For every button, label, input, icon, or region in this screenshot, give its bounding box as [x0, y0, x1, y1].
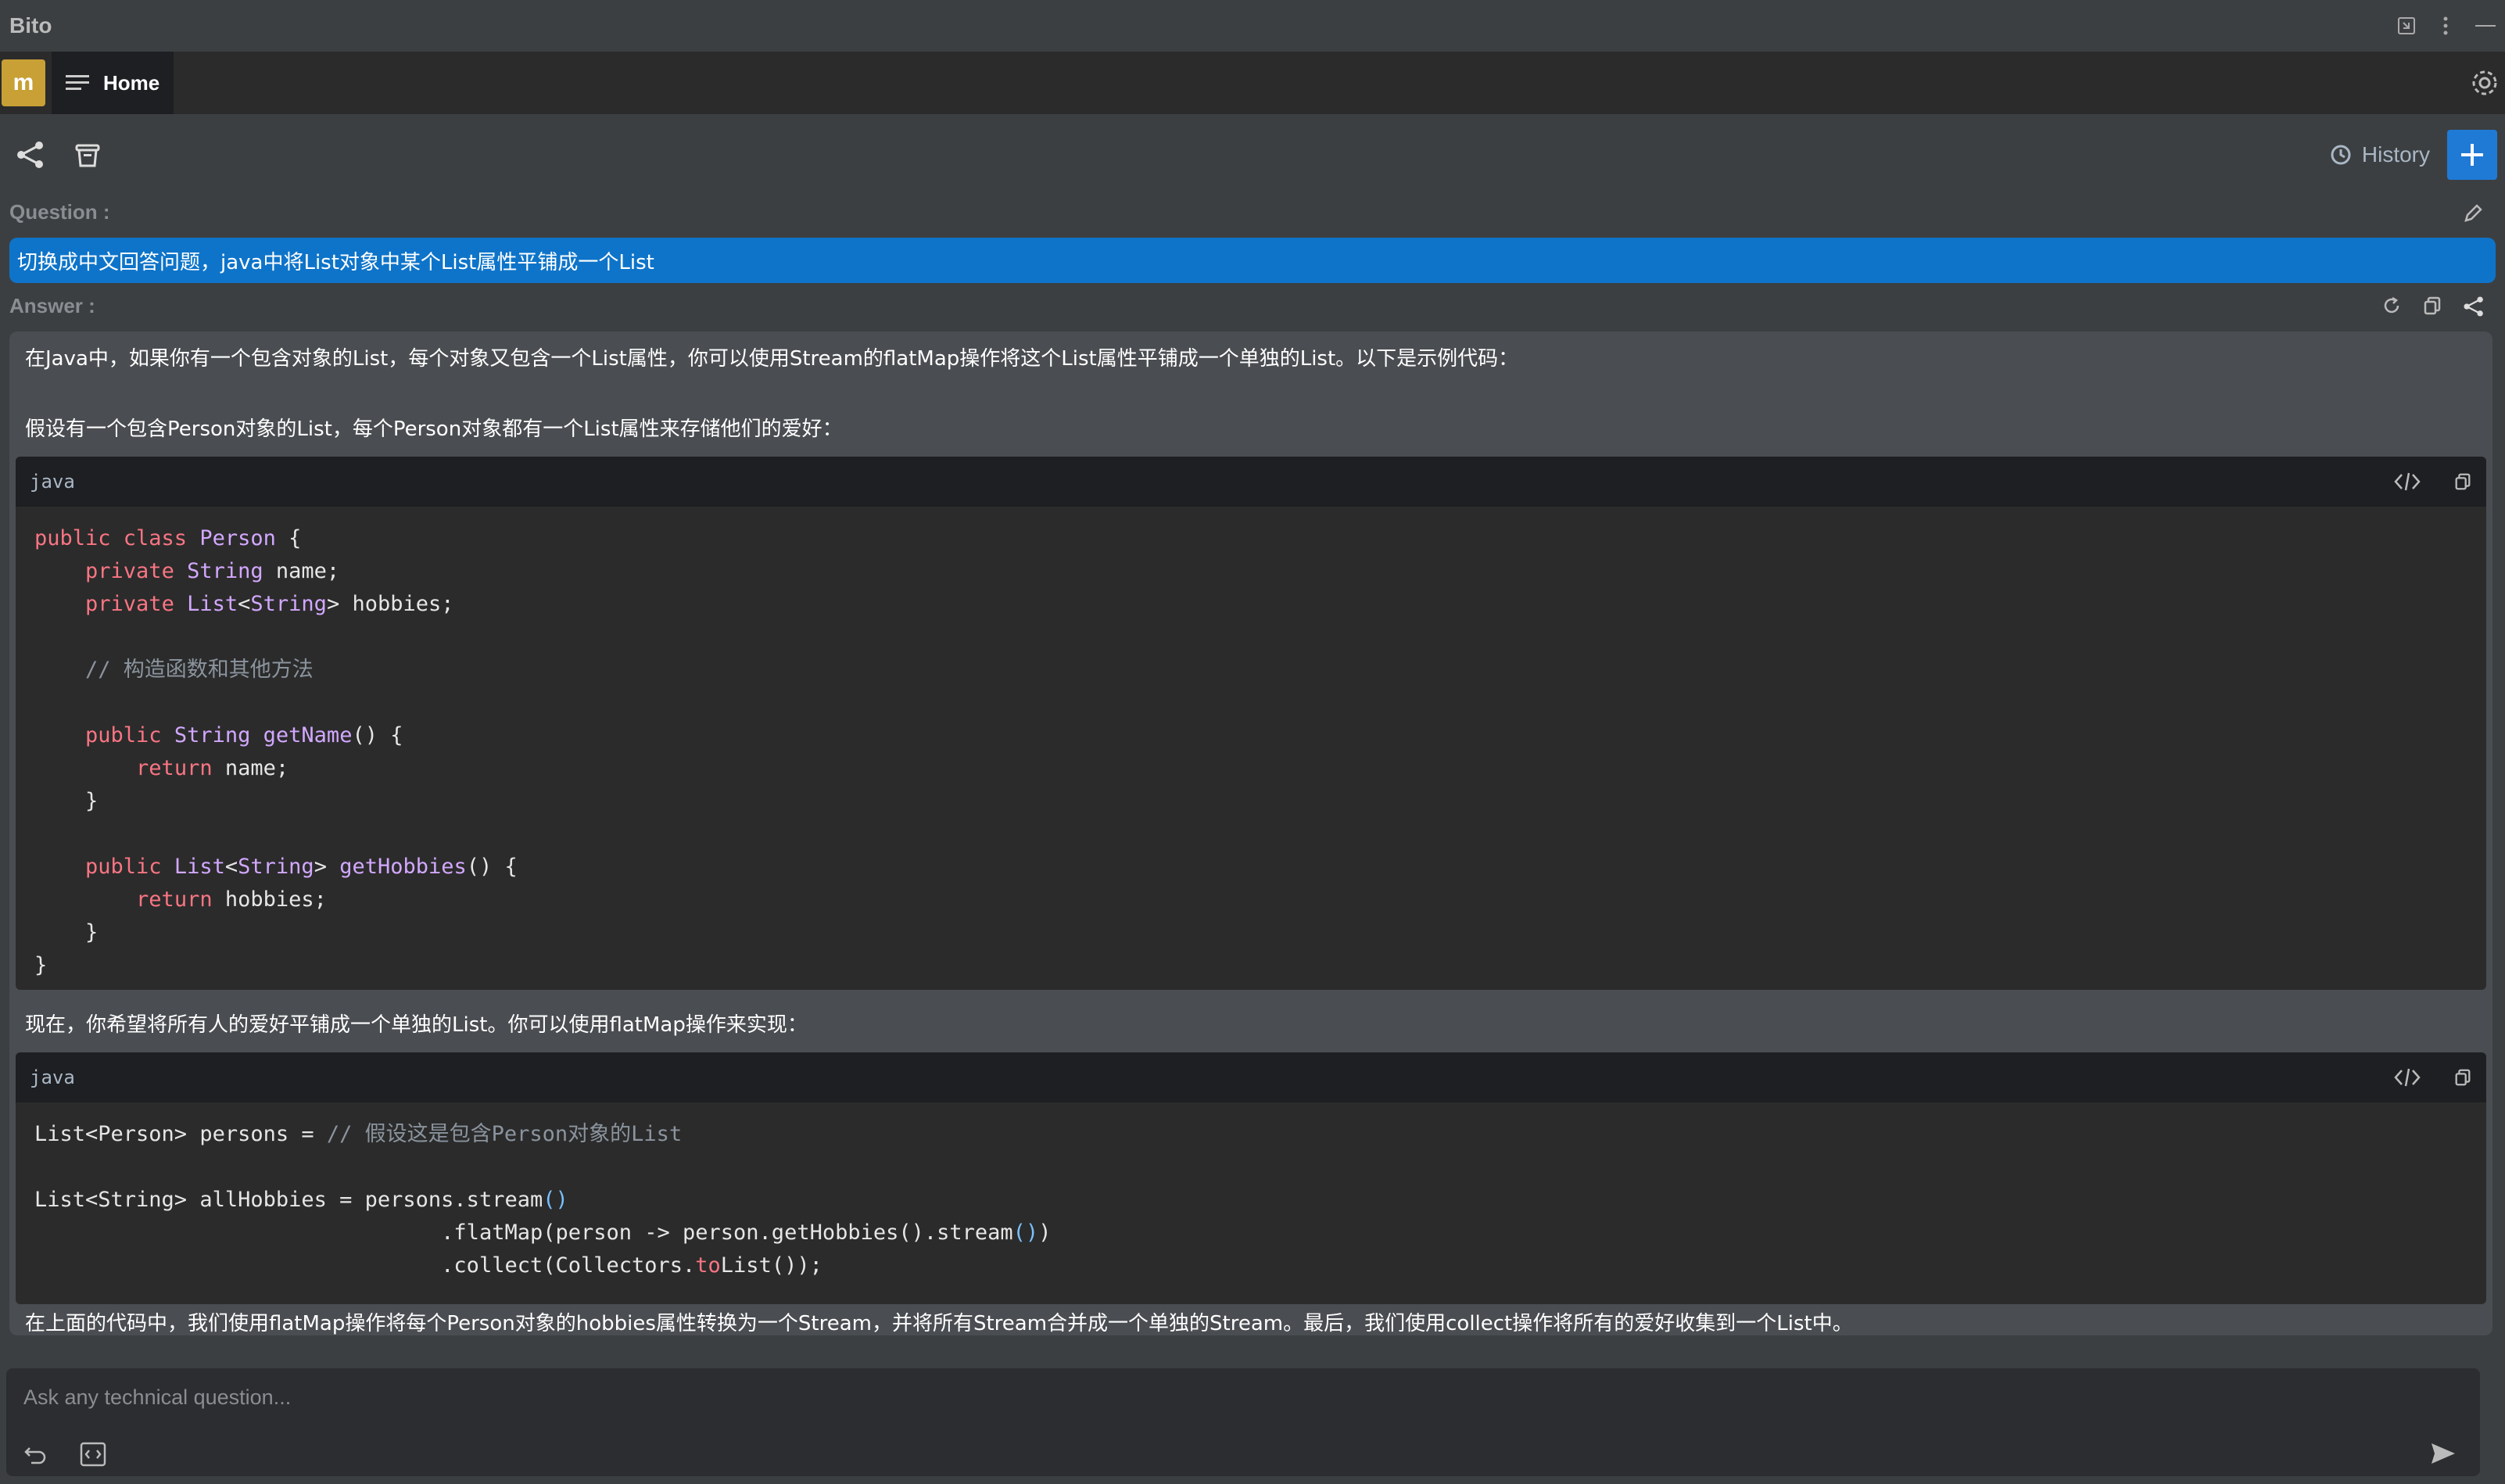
share-answer-icon[interactable] [2463, 296, 2485, 317]
tab-bar: m Home [0, 52, 2505, 114]
answer-paragraph-3: 现在，你希望将所有人的爱好平铺成一个单独的List。你可以使用flatMap操作… [25, 1013, 808, 1037]
question-input-placeholder: Ask any technical question... [23, 1385, 292, 1409]
undo-icon[interactable] [23, 1443, 48, 1465]
regenerate-icon[interactable] [2381, 296, 2402, 317]
gear-icon[interactable] [2469, 67, 2500, 99]
app-title: Bito [9, 13, 52, 38]
new-chat-button[interactable] [2447, 130, 2497, 180]
plus-icon [2460, 142, 2485, 167]
code-language-label: java [30, 471, 75, 493]
answer-actions [2381, 296, 2485, 317]
question-input[interactable]: Ask any technical question... [6, 1368, 2480, 1476]
code-view-icon[interactable] [2394, 471, 2421, 492]
copy-code-icon[interactable] [2453, 1067, 2472, 1088]
answer-paragraph-2: 假设有一个包含Person对象的List，每个Person对象都有一个List属… [25, 418, 843, 441]
code-block-1: java public class Person { private Strin… [16, 457, 2486, 990]
trash-icon[interactable] [73, 141, 102, 169]
history-clock-icon [2329, 143, 2353, 167]
code-content: List<Person> persons = // 假设这是包含Person对象… [34, 1122, 1052, 1278]
restore-window-icon[interactable] [2397, 16, 2416, 35]
minimize-icon[interactable] [2475, 23, 2496, 28]
chat-toolbar: History [0, 125, 2505, 185]
share-icon[interactable] [16, 140, 45, 170]
code-view-icon[interactable] [2394, 1067, 2421, 1088]
title-bar: Bito [0, 0, 2505, 52]
code-block-header: java [16, 1052, 2486, 1102]
code-block-2: java List<Person> persons = // 假设这是包含Per… [16, 1052, 2486, 1304]
more-options-icon[interactable] [2442, 16, 2449, 36]
answer-paragraph-4: 在上面的代码中，我们使用flatMap操作将每个Person对象的hobbies… [25, 1312, 1853, 1335]
answer-label: Answer : [9, 294, 95, 317]
avatar[interactable]: m [2, 59, 45, 106]
code-block-header: java [16, 457, 2486, 507]
tab-home-label: Home [103, 70, 160, 95]
code-context-icon[interactable] [80, 1442, 106, 1467]
question-text: 切换成中文回答问题，java中将List对象中某个List属性平铺成一个List [9, 238, 2496, 283]
copy-code-icon[interactable] [2453, 471, 2472, 492]
code-content: public class Person { private String nam… [34, 526, 518, 977]
send-icon[interactable] [2430, 1442, 2457, 1465]
copy-icon[interactable] [2422, 296, 2442, 317]
code-language-label: java [30, 1066, 75, 1088]
answer-box: 在Java中，如果你有一个包含对象的List，每个对象又包含一个List属性，你… [9, 332, 2492, 1335]
tab-home[interactable]: Home [52, 52, 174, 114]
answer-paragraph-1: 在Java中，如果你有一个包含对象的List，每个对象又包含一个List属性，你… [25, 347, 1519, 371]
menu-lines-icon [66, 74, 89, 91]
history-button[interactable]: History [2329, 142, 2430, 167]
edit-pencil-icon[interactable] [2463, 203, 2483, 224]
history-label: History [2361, 142, 2430, 167]
question-label: Question : [9, 200, 110, 224]
